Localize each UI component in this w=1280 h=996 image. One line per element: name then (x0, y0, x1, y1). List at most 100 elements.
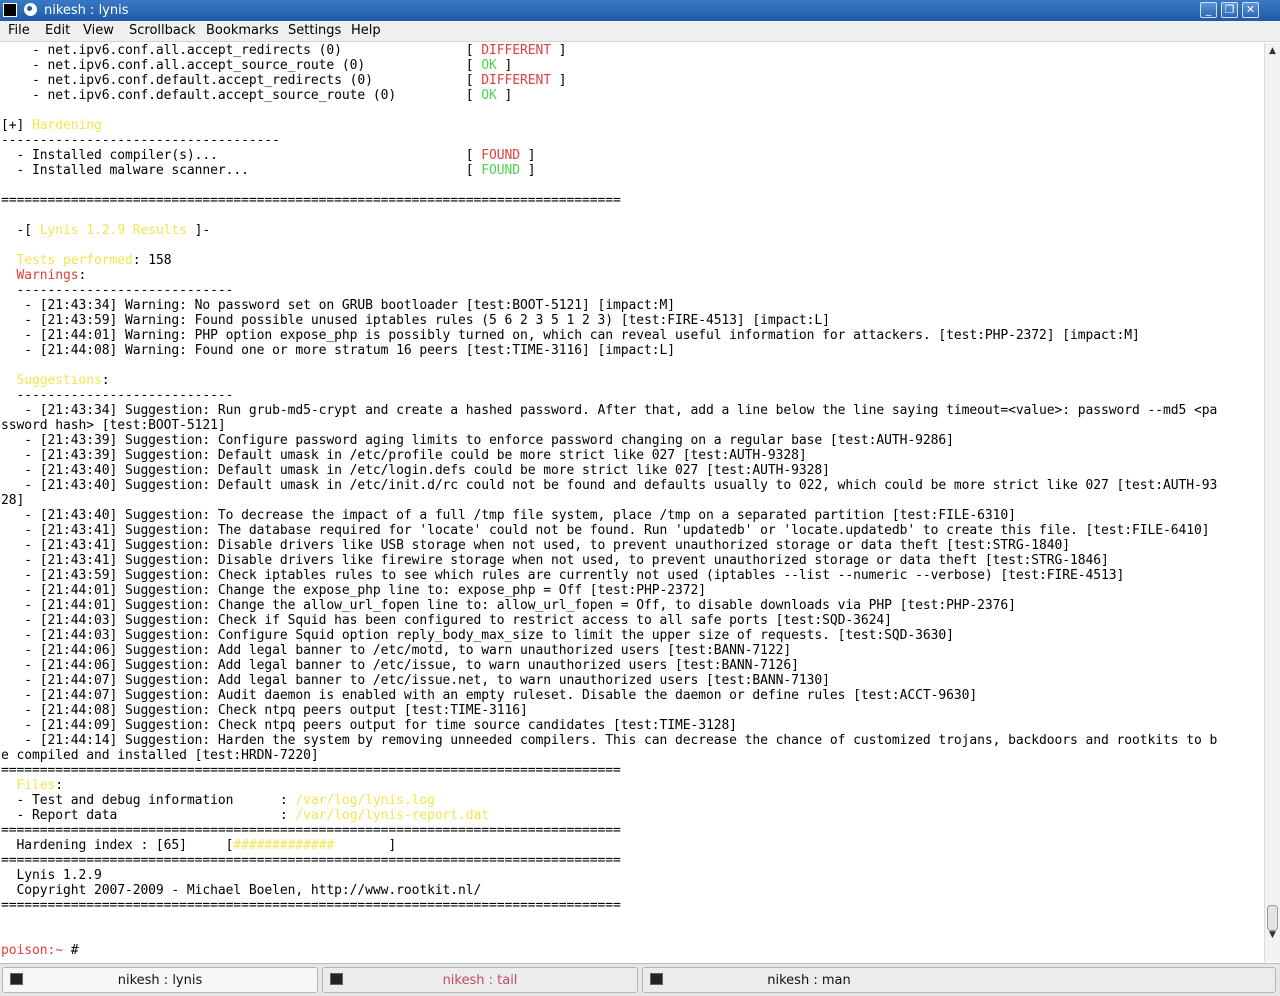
terminal-line: - [21:43:41] Suggestion: The database re… (1, 523, 1209, 538)
menu-bookmarks[interactable]: Bookmarks (206, 23, 279, 39)
terminal-text-segment: ssword hash> [test:BOOT-5121] (1, 418, 226, 433)
title-bar[interactable]: nikesh : lynis _ ❐ ✕ (0, 0, 1280, 21)
terminal-text-segment: OK (481, 88, 497, 103)
terminal-line: - [21:43:59] Warning: Found possible unu… (1, 313, 830, 328)
terminal-text-segment: ] (334, 838, 397, 853)
terminal-text-segment: - [21:43:41] Suggestion: The database re… (1, 523, 1210, 538)
terminal-line: ---------------------------- (1, 283, 233, 298)
terminal-text-segment: Hardening (32, 118, 102, 133)
menu-settings[interactable]: Settings (288, 23, 341, 39)
terminal-line: Warnings: (1, 268, 87, 283)
terminal-text-segment: - Test and debug information : (1, 793, 296, 808)
terminal-text-segment: - [21:44:07] Suggestion: Audit daemon is… (1, 688, 978, 703)
terminal-text-segment: - net.ipv6.conf.default.accept_redirects… (1, 73, 482, 88)
tab-nikesh-tail[interactable]: nikesh : tail (322, 967, 638, 993)
maximize-button[interactable]: ❐ (1221, 2, 1238, 18)
terminal-app-icon[interactable] (3, 3, 17, 17)
terminal-text-segment: ========================================… (1, 898, 621, 913)
terminal-text-segment: Warnings (16, 268, 79, 283)
vertical-scrollbar[interactable]: ▲ ▼ (1264, 43, 1280, 962)
scroll-up-arrow-icon[interactable]: ▲ (1265, 43, 1280, 59)
terminal-text-segment: DIFFERENT (481, 73, 552, 88)
terminal-line: - [21:44:01] Suggestion: Change the expo… (1, 583, 706, 598)
terminal-text-segment: ---------------------------- (1, 283, 234, 298)
terminal-text-segment: ========================================… (1, 853, 621, 868)
terminal-line: - [21:44:08] Warning: Found one or more … (1, 343, 675, 358)
menu-edit[interactable]: Edit (45, 23, 70, 39)
terminal-line: - [21:43:40] Suggestion: To decrease the… (1, 508, 1016, 523)
terminal-line: Hardening index : [65] [############# ] (1, 838, 396, 853)
terminal-text-segment: - [21:44:06] Suggestion: Add legal banne… (1, 643, 792, 658)
terminal-text-segment: - [21:43:40] Suggestion: Default umask i… (1, 478, 1218, 493)
terminal-line: - net.ipv6.conf.all.accept_source_route … (1, 58, 512, 73)
terminal-text-segment: e compiled and installed [test:HRDN-7220… (1, 748, 319, 763)
terminal-text-segment: ############# (233, 838, 335, 853)
tab-nikesh-man[interactable]: nikesh : man (642, 967, 1276, 993)
menu-file[interactable]: File (8, 23, 30, 39)
tab-label: nikesh : man (767, 973, 851, 988)
menu-view[interactable]: View (83, 23, 114, 39)
terminal-text-segment: - [21:43:34] Suggestion: Run grub-md5-cr… (1, 403, 1218, 418)
terminal-line: - [21:44:14] Suggestion: Harden the syst… (1, 733, 1217, 748)
terminal-text-segment: ] (496, 88, 513, 103)
terminal-text-segment: ]- (186, 223, 211, 238)
terminal-line: [+] Hardening (1, 118, 102, 133)
menu-help[interactable]: Help (351, 23, 381, 39)
terminal-text-segment: # (70, 943, 79, 958)
terminal-text-segment: Suggestions (16, 373, 102, 388)
terminal-line: ---------------------------- (1, 388, 233, 403)
terminal-line: - [21:44:06] Suggestion: Add legal banne… (1, 658, 799, 673)
terminal-text-segment: - [21:43:41] Suggestion: Disable drivers… (1, 538, 1071, 553)
terminal-line: - net.ipv6.conf.all.accept_redirects (0)… (1, 43, 567, 58)
terminal-line: ========================================… (1, 763, 621, 778)
terminal-text-segment: /var/log/lynis.log (295, 793, 435, 808)
terminal-line: ssword hash> [test:BOOT-5121] (1, 418, 226, 433)
terminal-text-segment: - net.ipv6.conf.all.accept_source_route … (1, 58, 482, 73)
terminal-line: - [21:43:41] Suggestion: Disable drivers… (1, 538, 1070, 553)
terminal-line: - [21:43:39] Suggestion: Configure passw… (1, 433, 954, 448)
terminal-text-segment: - Installed compiler(s)... [ (1, 148, 482, 163)
terminal-text-segment: ] (551, 43, 567, 58)
terminal-line: - [21:44:01] Warning: PHP option expose_… (1, 328, 1140, 343)
terminal-output[interactable]: - net.ipv6.conf.all.accept_redirects (0)… (0, 43, 1264, 962)
terminal-line: - Test and debug information : /var/log/… (1, 793, 435, 808)
tab-label: nikesh : lynis (117, 973, 203, 988)
terminal-text-segment: - [21:44:09] Suggestion: Check ntpq peer… (1, 718, 737, 733)
terminal-text-segment: - [21:44:14] Suggestion: Harden the syst… (1, 733, 1218, 748)
terminal-text-segment: -[ (1, 223, 40, 238)
scroll-down-arrow-icon[interactable]: ▼ (1265, 927, 1280, 943)
terminal-text-segment: Copyright 2007-2009 - Michael Boelen, ht… (1, 883, 482, 898)
terminal-text-segment: - [21:43:40] Suggestion: Default umask i… (1, 463, 830, 478)
terminal-text-segment: [+] (1, 118, 32, 133)
close-button[interactable]: ✕ (1242, 2, 1259, 18)
terminal-text-segment: - [21:43:59] Suggestion: Check iptables … (1, 568, 1125, 583)
window-title: nikesh : lynis (44, 3, 129, 18)
terminal-line: - [21:43:40] Suggestion: Default umask i… (1, 478, 1217, 493)
terminal-text-segment: - [21:43:41] Suggestion: Disable drivers… (1, 553, 1109, 568)
terminal-line: e compiled and installed [test:HRDN-7220… (1, 748, 319, 763)
terminal-line: - Report data : /var/log/lynis-report.da… (1, 808, 489, 823)
terminal-text-segment: - Report data : (1, 808, 296, 823)
tab-nikesh-lynis[interactable]: nikesh : lynis (2, 967, 318, 993)
terminal-line: - net.ipv6.conf.default.accept_redirects… (1, 73, 567, 88)
terminal-text-segment: - net.ipv6.conf.all.accept_redirects (0)… (1, 43, 482, 58)
terminal-line: - [21:44:07] Suggestion: Audit daemon is… (1, 688, 977, 703)
terminal-text-segment: - [21:44:01] Suggestion: Change the allo… (1, 598, 1016, 613)
terminal-line: - [21:44:03] Suggestion: Configure Squid… (1, 628, 954, 643)
terminal-line: ------------------------------------ (1, 133, 280, 148)
minimize-button[interactable]: _ (1200, 2, 1217, 18)
terminal-line: - [21:43:59] Suggestion: Check iptables … (1, 568, 1124, 583)
terminal-text-segment: ] (520, 148, 536, 163)
terminal-text-segment: - [21:44:06] Suggestion: Add legal banne… (1, 658, 799, 673)
tab-label: nikesh : tail (442, 973, 518, 988)
terminal-text-segment: - [21:43:34] Warning: No password set on… (1, 298, 675, 313)
terminal-line: ========================================… (1, 898, 621, 913)
terminal-line: ========================================… (1, 853, 621, 868)
window-pin-icon[interactable] (24, 3, 37, 16)
terminal-text-segment: - [21:44:08] Suggestion: Check ntpq peer… (1, 703, 528, 718)
menu-scrollback[interactable]: Scrollback (129, 23, 196, 39)
menu-bar: File Edit View Scrollback Bookmarks Sett… (0, 21, 1280, 42)
terminal-text-segment: : (55, 778, 63, 793)
